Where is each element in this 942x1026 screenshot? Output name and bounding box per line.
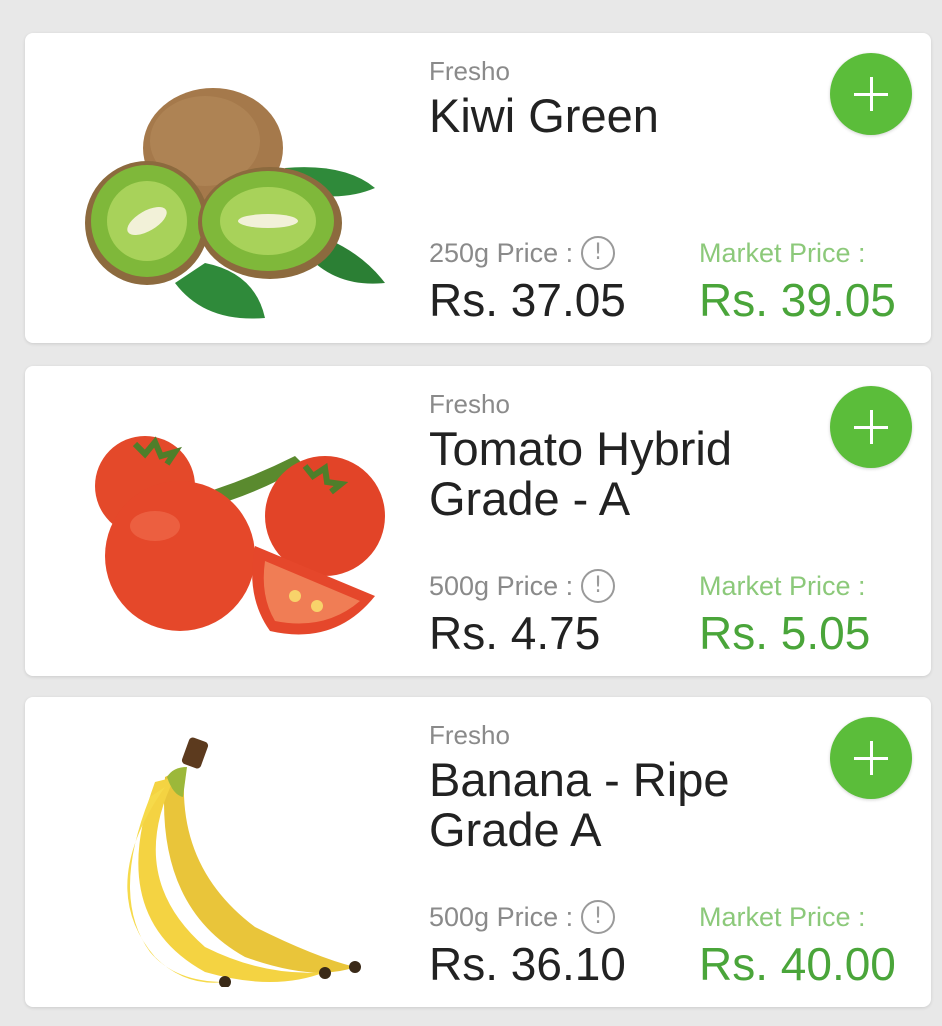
add-to-cart-button[interactable] bbox=[830, 386, 912, 468]
pack-price-label: 500g Price : bbox=[429, 571, 574, 601]
market-price-label: Market Price : bbox=[699, 571, 866, 601]
banana-illustration bbox=[127, 737, 361, 987]
product-name[interactable]: Kiwi Green bbox=[429, 91, 819, 141]
price-label-row: 250g Price : ! bbox=[429, 236, 616, 270]
add-to-cart-button[interactable] bbox=[830, 53, 912, 135]
market-price-label: Market Price : bbox=[699, 902, 866, 932]
product-image-kiwi[interactable] bbox=[55, 73, 395, 323]
pack-price-label: 500g Price : bbox=[429, 902, 574, 932]
price-label-row: 500g Price : ! bbox=[429, 569, 616, 603]
market-price-value: Rs. 5.05 bbox=[699, 607, 871, 659]
info-icon[interactable]: ! bbox=[581, 900, 616, 934]
price-label-row: 500g Price : ! bbox=[429, 900, 616, 934]
price-value: Rs. 37.05 bbox=[429, 274, 626, 326]
price-value: Rs. 36.10 bbox=[429, 938, 626, 990]
product-card[interactable]: Fresho Banana - Ripe Grade A 500g Price … bbox=[25, 697, 931, 1007]
product-image-banana[interactable] bbox=[55, 737, 395, 987]
product-card[interactable]: Fresho Tomato Hybrid Grade - A 500g Pric… bbox=[25, 366, 931, 676]
brand-label: Fresho bbox=[429, 389, 510, 419]
product-name[interactable]: Banana - Ripe Grade A bbox=[429, 755, 819, 855]
brand-label: Fresho bbox=[429, 56, 510, 86]
brand-label: Fresho bbox=[429, 720, 510, 750]
price-value: Rs. 4.75 bbox=[429, 607, 601, 659]
tomato-illustration bbox=[95, 436, 385, 635]
product-card[interactable]: Fresho Kiwi Green 250g Price : ! Rs. 37.… bbox=[25, 33, 931, 343]
kiwi-illustration bbox=[85, 88, 385, 319]
info-icon[interactable]: ! bbox=[581, 236, 616, 270]
add-to-cart-button[interactable] bbox=[830, 717, 912, 799]
product-image-tomato[interactable] bbox=[55, 406, 395, 656]
market-price-value: Rs. 40.00 bbox=[699, 938, 896, 990]
market-price-value: Rs. 39.05 bbox=[699, 274, 896, 326]
market-price-label: Market Price : bbox=[699, 238, 866, 268]
pack-price-label: 250g Price : bbox=[429, 238, 574, 268]
info-icon[interactable]: ! bbox=[581, 569, 616, 603]
product-name[interactable]: Tomato Hybrid Grade - A bbox=[429, 424, 819, 524]
